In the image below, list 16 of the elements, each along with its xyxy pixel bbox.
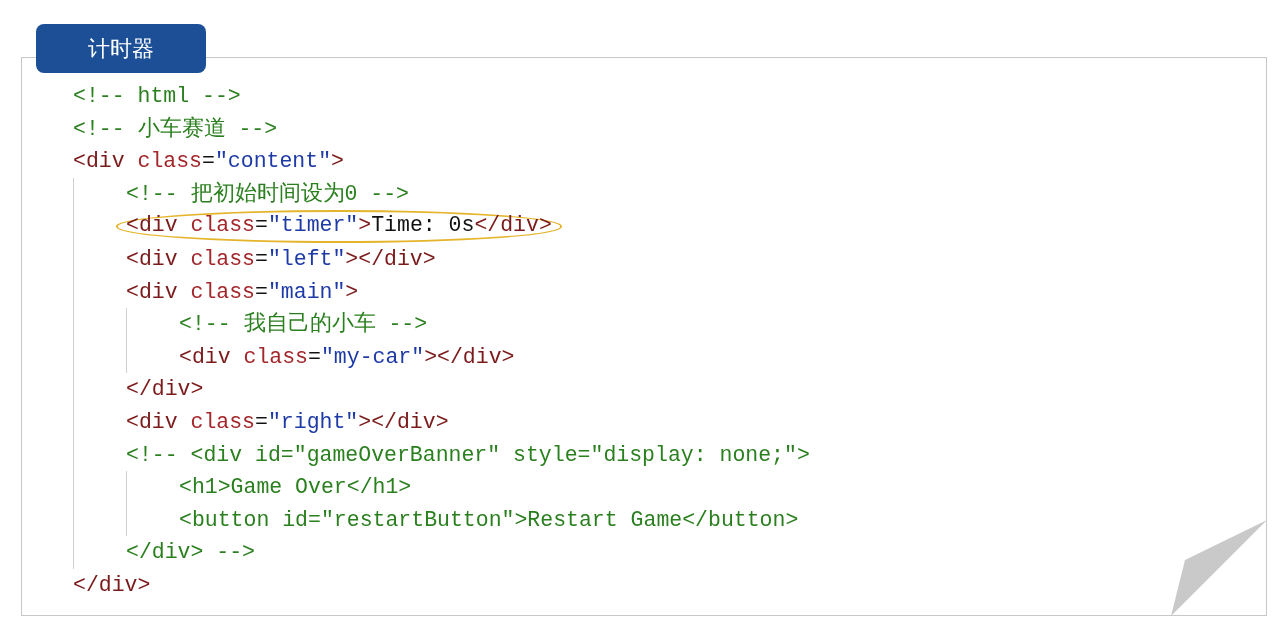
code-line: </div> (73, 571, 151, 599)
code-line: <!-- 我自己的小车 --> (179, 311, 428, 339)
code-line: <div class="right"></div> (126, 408, 449, 436)
code-line: <button id="restartButton">Restart Game</button> (179, 506, 799, 534)
code-line: <!-- 小车赛道 --> (73, 115, 278, 143)
code-line: </div> --> (126, 539, 256, 567)
code-line: <div class="main"> (126, 278, 359, 306)
code-line: <!-- 把初始时间设为0 --> (126, 180, 410, 208)
code-line: <h1>Game Over</h1> (179, 474, 412, 502)
code-line: <!-- <div id="gameOverBanner" style="display: none;"> (126, 441, 810, 469)
section-title: 计时器 (36, 24, 206, 73)
code-line: <div class="content"> (73, 148, 344, 176)
code-line: <div class="left"></div> (126, 245, 436, 273)
code-line: <div class="my-car"></div> (179, 343, 515, 371)
code-line: <!-- html --> (73, 83, 241, 110)
code-line: </div> (126, 376, 204, 404)
